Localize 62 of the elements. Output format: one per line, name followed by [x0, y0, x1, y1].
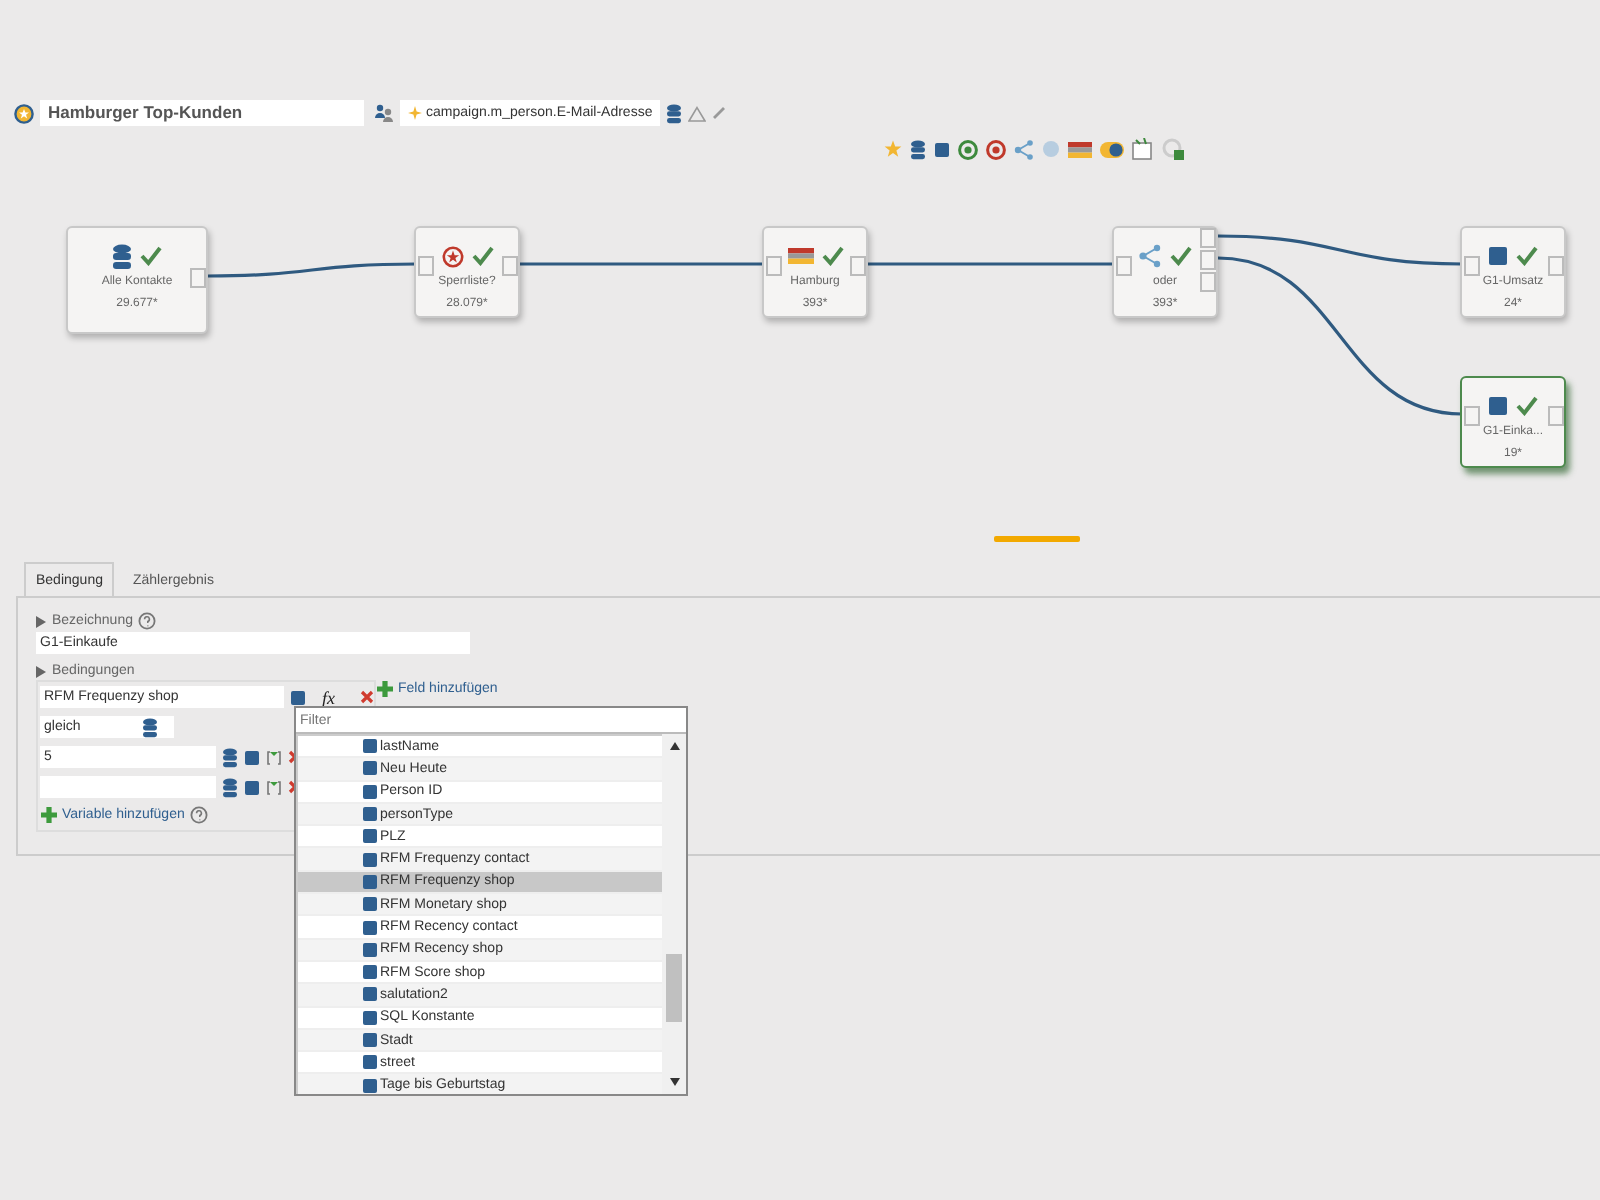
database-icon[interactable] [666, 103, 682, 123]
input-port[interactable] [418, 256, 434, 276]
square-icon [362, 760, 378, 777]
square-icon [362, 738, 378, 755]
input-port[interactable] [1464, 256, 1480, 276]
square-icon [362, 1054, 378, 1071]
square-icon [362, 896, 378, 913]
share-icon[interactable] [1014, 139, 1034, 159]
scrollbar-thumb[interactable] [666, 954, 682, 1022]
square-icon[interactable] [290, 689, 306, 705]
star-badge-icon[interactable] [14, 103, 34, 123]
scroll-down-icon[interactable] [669, 1078, 679, 1086]
share-icon [1138, 244, 1162, 268]
flag-icon [787, 248, 813, 264]
square-icon [362, 851, 378, 868]
warning-icon[interactable] [688, 105, 706, 121]
expand-triangle-icon[interactable] [36, 615, 46, 627]
square-icon[interactable] [934, 141, 950, 157]
scroll-up-icon[interactable] [669, 742, 679, 750]
square-icon[interactable] [244, 749, 260, 765]
square-icon [362, 806, 378, 823]
circle-star-icon [441, 245, 463, 267]
plus-icon [376, 680, 394, 698]
input-port[interactable] [766, 256, 782, 276]
input-port[interactable] [1464, 406, 1480, 426]
help-icon [138, 612, 157, 630]
square-icon [1488, 396, 1508, 416]
square-icon [362, 828, 378, 845]
database-icon[interactable] [910, 139, 926, 159]
square-icon [362, 919, 378, 936]
star-icon[interactable] [884, 140, 902, 158]
square-icon [362, 986, 378, 1003]
circle-icon[interactable] [958, 139, 978, 159]
people-icon[interactable] [374, 102, 394, 124]
help-icon [190, 806, 209, 824]
database-icon[interactable] [222, 747, 238, 767]
sparkle-icon [408, 106, 422, 120]
dropdown-icon[interactable] [142, 718, 158, 738]
flag-icon[interactable] [1068, 141, 1092, 157]
value-field[interactable] [40, 776, 216, 798]
square-icon [362, 783, 378, 800]
close-icon[interactable] [359, 690, 373, 704]
bracket-icon[interactable] [266, 779, 282, 795]
database-icon[interactable] [222, 777, 238, 797]
title-field[interactable]: Hamburger Top-Kunden [40, 100, 364, 126]
square-icon [1488, 246, 1508, 266]
square-icon [362, 873, 378, 890]
expand-triangle-icon[interactable] [36, 665, 46, 677]
database-icon [112, 243, 132, 269]
square-icon [362, 1077, 378, 1094]
plus-icon [40, 806, 58, 824]
scrollbar[interactable] [662, 734, 686, 1094]
circle-icon[interactable] [986, 139, 1006, 159]
square-icon [362, 964, 378, 981]
square-icon [362, 941, 378, 958]
splitter-handle[interactable] [994, 536, 1080, 542]
square-icon [362, 1032, 378, 1048]
input-port[interactable] [1116, 256, 1132, 276]
square-icon[interactable] [244, 779, 260, 795]
square-icon [362, 1009, 378, 1026]
toggle-icon[interactable] [1100, 141, 1124, 157]
bracket-icon[interactable] [266, 749, 282, 765]
